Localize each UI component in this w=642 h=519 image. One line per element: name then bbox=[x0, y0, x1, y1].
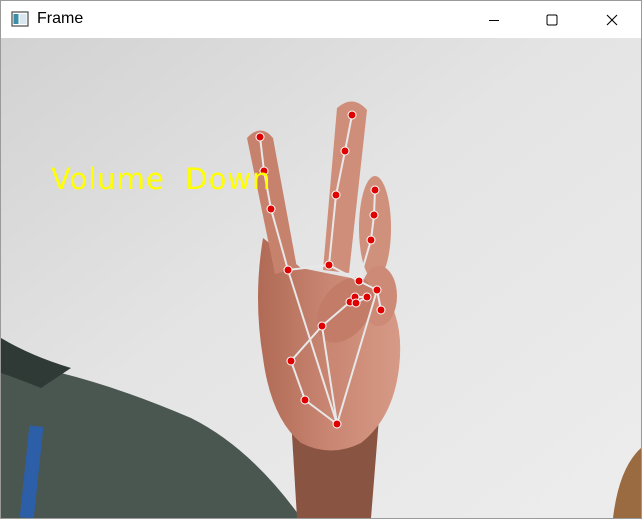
maximize-icon bbox=[546, 14, 558, 25]
close-icon bbox=[606, 14, 618, 25]
app-window: Frame Volume Down bbox=[0, 0, 642, 519]
title-bar[interactable]: Frame bbox=[1, 1, 641, 38]
minimize-button[interactable] bbox=[465, 1, 523, 38]
app-window-icon bbox=[11, 11, 29, 27]
minimize-icon bbox=[489, 19, 499, 21]
camera-frame: Volume Down bbox=[1, 38, 641, 518]
close-button[interactable] bbox=[583, 1, 641, 38]
window-title: Frame bbox=[37, 10, 84, 27]
camera-scene bbox=[1, 38, 641, 518]
maximize-button[interactable] bbox=[523, 1, 581, 38]
gesture-status-text: Volume Down bbox=[51, 162, 272, 196]
